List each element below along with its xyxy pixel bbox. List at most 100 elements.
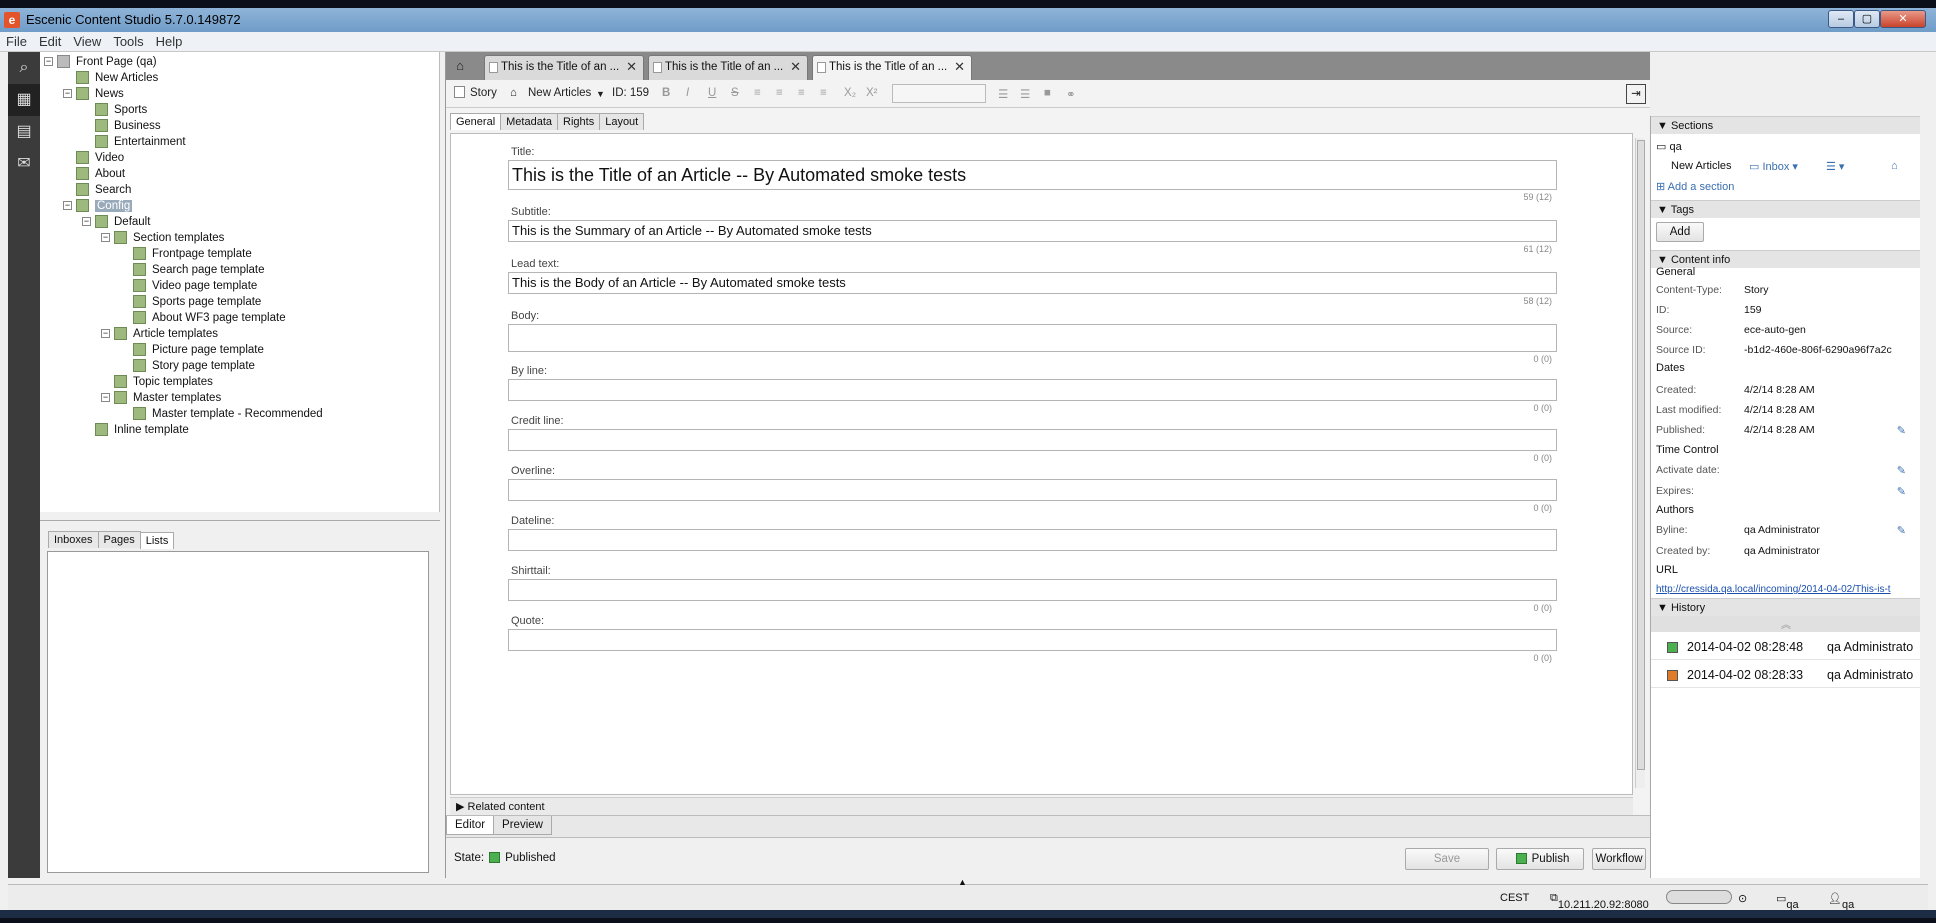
sections-icon[interactable]: ▦ [8, 84, 40, 116]
tree-node[interactable]: Video [63, 150, 124, 166]
tree-node[interactable]: Business [82, 118, 161, 134]
history-header[interactable]: ▼ History [1651, 598, 1920, 616]
menu-tools[interactable]: Tools [107, 32, 149, 51]
tree-node[interactable]: About [63, 166, 125, 182]
home-icon[interactable]: ⌂ [448, 55, 472, 77]
expand-toggle-icon[interactable]: − [101, 329, 110, 339]
settings-icon[interactable]: ⊙ [1738, 892, 1747, 905]
tree-node[interactable]: Search page template [120, 262, 265, 278]
close-tab-icon[interactable]: ✕ [954, 56, 965, 78]
menu-file[interactable]: File [0, 32, 33, 51]
tree-node[interactable]: − Section templates [101, 230, 224, 246]
tree-node[interactable]: Inline template [82, 422, 189, 438]
expand-toggle-icon[interactable]: − [44, 57, 53, 67]
expand-toggle-icon[interactable]: − [63, 89, 72, 99]
underline-icon[interactable]: U [708, 87, 716, 99]
field-input[interactable] [508, 429, 1557, 451]
edit-pencil-icon[interactable]: ✎ [1897, 424, 1906, 437]
field-input[interactable] [508, 479, 1557, 501]
list-menu-icon[interactable]: ☰ ▾ [1826, 160, 1844, 173]
tree-node[interactable]: − Master templates [101, 390, 221, 406]
tree-node[interactable]: − News [63, 86, 124, 102]
expand-toggle-icon[interactable]: − [63, 201, 72, 211]
field-input[interactable]: This is the Body of an Article -- By Aut… [508, 272, 1557, 294]
related-content-bar[interactable]: ▶ Related content [450, 797, 1633, 815]
tab-preview[interactable]: Preview [493, 816, 552, 835]
field-input[interactable] [508, 324, 1557, 352]
numbered-list-icon[interactable]: ☰ [1020, 87, 1030, 101]
publish-button[interactable]: Publish [1496, 848, 1584, 870]
tree-node[interactable]: About WF3 page template [120, 310, 286, 326]
table-icon[interactable]: ■ [1044, 87, 1051, 99]
article-url-link[interactable]: http://cressida.qa.local/incoming/2014-0… [1656, 584, 1891, 595]
sections-header[interactable]: ▼ Sections [1651, 116, 1920, 134]
field-input[interactable]: This is the Summary of an Article -- By … [508, 220, 1557, 242]
edit-pencil-icon[interactable]: ✎ [1897, 524, 1906, 537]
tab-pages[interactable]: Pages [97, 531, 141, 548]
italic-icon[interactable]: I [686, 87, 689, 99]
form-scrollbar[interactable] [1635, 138, 1645, 788]
close-tab-icon[interactable]: ✕ [790, 56, 801, 78]
tree-node[interactable]: − Default [82, 214, 150, 230]
tab-layout[interactable]: Layout [599, 113, 645, 130]
add-tag-button[interactable]: Add [1656, 222, 1704, 242]
maximize-button[interactable]: ▢ [1854, 10, 1880, 28]
field-input[interactable] [508, 629, 1557, 651]
tree-node[interactable]: − Front Page (qa) [44, 54, 157, 70]
close-tab-icon[interactable]: ✕ [626, 56, 637, 78]
history-row[interactable]: 2014-04-02 08:28:48 qa Administrato [1651, 634, 1920, 660]
subscript-icon[interactable]: X₂ [844, 87, 856, 99]
history-scroll-up[interactable]: ︽ [1651, 616, 1920, 632]
tab-rights[interactable]: Rights [557, 113, 601, 130]
tree-node[interactable]: Sports [82, 102, 147, 118]
align-center-icon[interactable]: ≡ [776, 87, 783, 99]
mail-icon[interactable]: ✉ [8, 148, 40, 180]
expand-toggle-icon[interactable]: − [101, 393, 110, 403]
tab-editor[interactable]: Editor [446, 816, 495, 835]
search-icon[interactable]: ⌕ [8, 52, 40, 84]
clipboard-icon[interactable]: ▤ [8, 116, 40, 148]
document-tab[interactable]: This is the Title of an ... ✕ [484, 55, 644, 80]
tree-node[interactable]: − Article templates [101, 326, 218, 342]
menu-help[interactable]: Help [150, 32, 189, 51]
expand-toggle-icon[interactable]: − [101, 233, 110, 243]
lists-box[interactable] [47, 551, 429, 873]
tree-node[interactable]: Master template - Recommended [120, 406, 323, 422]
tab-general[interactable]: General [450, 113, 502, 130]
tree-node[interactable]: Picture page template [120, 342, 264, 358]
history-row[interactable]: 2014-04-02 08:28:33 qa Administrato [1651, 662, 1920, 688]
collapse-arrow-icon[interactable]: ▲ [958, 877, 967, 887]
field-input[interactable]: This is the Title of an Article -- By Au… [508, 160, 1557, 190]
chevron-down-icon[interactable]: ▼ [596, 89, 605, 99]
add-section-link[interactable]: ⊞ Add a section [1656, 180, 1734, 193]
tags-header[interactable]: ▼ Tags [1651, 200, 1920, 218]
inbox-dropdown[interactable]: ▭ Inbox ▾ [1749, 160, 1798, 173]
home-section-dropdown[interactable]: New Articles [528, 87, 591, 99]
tree-node[interactable]: Topic templates [101, 374, 213, 390]
tree-node[interactable]: − Config [63, 198, 133, 214]
tree-node[interactable]: Video page template [120, 278, 257, 294]
workflow-button[interactable]: Workflow [1592, 848, 1646, 870]
document-tab-active[interactable]: This is the Title of an ... ✕ [812, 55, 972, 80]
menu-view[interactable]: View [67, 32, 107, 51]
field-input[interactable] [508, 529, 1557, 551]
field-input[interactable] [508, 379, 1557, 401]
menu-edit[interactable]: Edit [33, 32, 67, 51]
tab-inboxes[interactable]: Inboxes [48, 531, 99, 548]
bold-icon[interactable]: B [662, 87, 670, 99]
tab-lists[interactable]: Lists [139, 532, 175, 549]
tree-node[interactable]: Frontpage template [120, 246, 252, 262]
expand-icon[interactable]: ⇥ [1626, 84, 1646, 104]
field-input[interactable] [508, 579, 1557, 601]
align-right-icon[interactable]: ≡ [798, 87, 805, 99]
style-select[interactable] [892, 84, 986, 103]
align-left-icon[interactable]: ≡ [754, 87, 761, 99]
tree-node[interactable]: Search [63, 182, 131, 198]
strikethrough-icon[interactable]: S [731, 87, 739, 99]
edit-pencil-icon[interactable]: ✎ [1897, 464, 1906, 477]
close-window-button[interactable]: ✕ [1880, 10, 1926, 28]
tree-node[interactable]: Sports page template [120, 294, 261, 310]
bullet-list-icon[interactable]: ☰ [998, 87, 1008, 101]
home-icon[interactable]: ⌂ [1891, 160, 1898, 172]
justify-icon[interactable]: ≡ [820, 87, 827, 99]
